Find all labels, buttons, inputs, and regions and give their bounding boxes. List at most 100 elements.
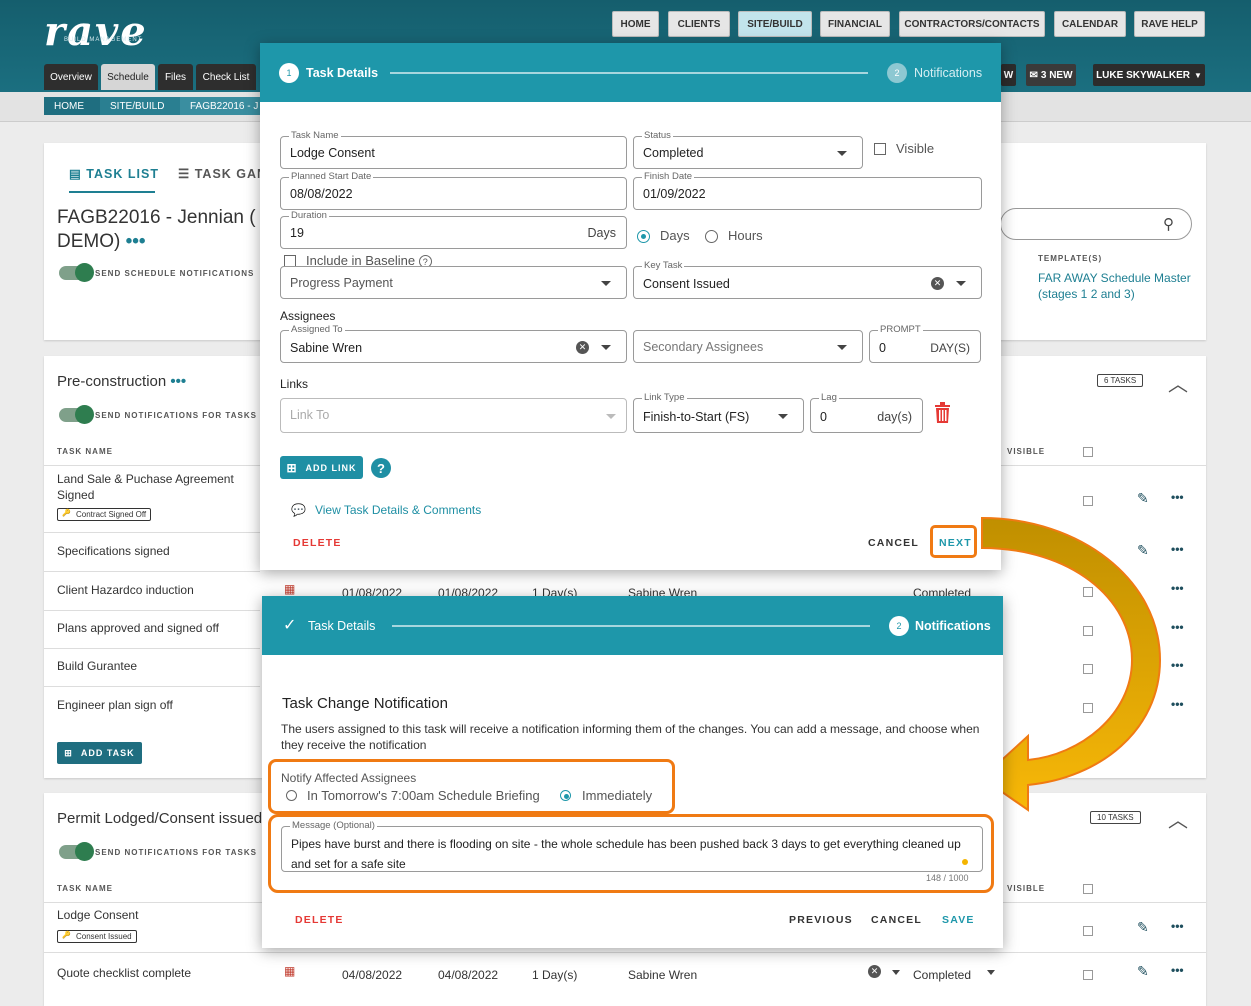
task-row-name[interactable]: Client Hazardco induction: [57, 583, 194, 597]
lag-field[interactable]: Lag 0 day(s): [810, 392, 923, 433]
section2-notifications-toggle[interactable]: [59, 842, 94, 861]
edit-pencil-icon[interactable]: ✎: [1137, 919, 1149, 936]
new-count: 3 NEW: [1040, 69, 1073, 81]
duration-value: 19: [290, 226, 304, 240]
status-select[interactable]: Status Completed: [633, 130, 863, 169]
cancel-button[interactable]: CANCEL: [868, 537, 919, 549]
finish-date-field[interactable]: Finish Date 01/09/2022: [633, 171, 982, 210]
cancel-button[interactable]: CANCEL: [871, 914, 922, 926]
template-link[interactable]: FAR AWAY Schedule Master (stages 1 2 and…: [1038, 270, 1198, 302]
row-visible-checkbox[interactable]: [1083, 496, 1093, 506]
view-task-details-link[interactable]: 💬 View Task Details & Comments: [291, 503, 481, 517]
days-radio[interactable]: [637, 230, 650, 243]
task-row-name[interactable]: Engineer plan sign off: [57, 698, 173, 712]
visible-checkbox[interactable]: [874, 143, 886, 155]
section1-notifications-toggle[interactable]: [59, 405, 94, 424]
nav-contractors[interactable]: CONTRACTORS/CONTACTS: [899, 11, 1045, 37]
edit-pencil-icon[interactable]: ✎: [1137, 963, 1149, 980]
nav-financial[interactable]: FINANCIAL: [820, 11, 890, 37]
delete-button[interactable]: DELETE: [295, 914, 344, 926]
section1-send-label: SEND NOTIFICATIONS FOR TASKS: [95, 411, 257, 420]
tab-task-list[interactable]: ▤ TASK LIST: [69, 166, 159, 181]
step1-label[interactable]: Task Details: [308, 619, 375, 633]
breadcrumb-home[interactable]: HOME: [44, 97, 100, 115]
subtab-overview[interactable]: Overview: [44, 64, 98, 90]
tab-underline: [69, 191, 155, 193]
breadcrumb-current[interactable]: FAGB22016 - J: [180, 97, 260, 115]
row-visible-checkbox[interactable]: [1083, 926, 1093, 936]
link-to-select[interactable]: Link To: [280, 398, 627, 433]
new-notifications-button[interactable]: ✉ 3 NEW: [1026, 64, 1076, 86]
save-button[interactable]: SAVE: [942, 914, 975, 926]
chevron-up-icon[interactable]: ︿: [1168, 368, 1188, 397]
clear-icon[interactable]: ✕: [931, 277, 944, 290]
step2-label[interactable]: Notifications: [914, 66, 982, 80]
lag-unit: day(s): [877, 410, 912, 424]
nav-home[interactable]: HOME: [612, 11, 659, 37]
step2-label[interactable]: Notifications: [915, 619, 991, 633]
tab-task-list-label: TASK LIST: [86, 167, 159, 181]
caret-down-icon[interactable]: [987, 970, 995, 975]
schedule-notifications-toggle[interactable]: [59, 263, 94, 282]
duration-field[interactable]: Duration 19 Days: [280, 210, 627, 249]
task-name-column-header: TASK NAME: [57, 884, 113, 893]
breadcrumb-site-build[interactable]: SITE/BUILD: [100, 97, 180, 115]
nav-site-build[interactable]: SITE/BUILD: [738, 11, 812, 37]
search-input[interactable]: ⚲: [1000, 208, 1192, 240]
project-title-demo: DEMO): [57, 231, 121, 252]
add-task-button[interactable]: ⊞ ADD TASK: [57, 742, 142, 764]
step1-label[interactable]: Task Details: [306, 66, 378, 80]
caret-down-icon: ▼: [1193, 70, 1202, 80]
hours-radio[interactable]: [705, 230, 718, 243]
tab-task-gantt[interactable]: ☰ TASK GAN: [178, 166, 267, 181]
row-more-icon[interactable]: •••: [1171, 919, 1184, 933]
header-w-button[interactable]: W: [1001, 64, 1016, 86]
add-link-button[interactable]: ⊞ ADD LINK: [280, 456, 363, 479]
nav-calendar[interactable]: CALENDAR: [1054, 11, 1126, 37]
task-name-field[interactable]: Task Name Lodge Consent: [280, 130, 627, 169]
select-all-checkbox[interactable]: [1083, 447, 1093, 457]
progress-payment-select[interactable]: Progress Payment: [280, 266, 627, 299]
project-title-line2: DEMO) •••: [57, 231, 146, 253]
days-radio-label: Days: [660, 228, 690, 243]
more-icon[interactable]: •••: [126, 231, 146, 252]
select-all-checkbox[interactable]: [1083, 884, 1093, 894]
notification-description: The users assigned to this task will rec…: [281, 722, 980, 752]
help-icon[interactable]: ?: [371, 458, 391, 478]
clear-icon[interactable]: ✕: [576, 341, 589, 354]
calendar-icon: ▦: [284, 582, 296, 596]
link-type-select[interactable]: Link Type Finish-to-Start (FS): [633, 392, 804, 433]
caret-down-icon: [606, 414, 616, 419]
row-more-icon[interactable]: •••: [1171, 490, 1184, 504]
key-task-select[interactable]: Key Task Consent Issued ✕: [633, 260, 982, 299]
more-icon[interactable]: •••: [170, 373, 186, 390]
task-row-name[interactable]: Specifications signed: [57, 544, 170, 558]
nav-rave-help[interactable]: RAVE HELP: [1134, 11, 1205, 37]
nav-clients[interactable]: CLIENTS: [668, 11, 730, 37]
task-row-name[interactable]: Build Gurantee: [57, 659, 137, 673]
task-row-name[interactable]: Quote checklist complete: [57, 966, 191, 980]
task-row-name[interactable]: Plans approved and signed off: [57, 621, 219, 635]
task-row-name[interactable]: Lodge Consent: [57, 908, 138, 922]
caret-down-icon: [601, 345, 611, 350]
delete-button[interactable]: DELETE: [293, 537, 342, 549]
rave-logo[interactable]: rave: [44, 8, 148, 55]
secondary-assignees-select[interactable]: Secondary Assignees: [633, 330, 863, 363]
previous-button[interactable]: PREVIOUS: [789, 914, 853, 926]
subtab-files[interactable]: Files: [158, 64, 193, 90]
subtab-checklist[interactable]: Check List: [196, 64, 256, 90]
assigned-to-select[interactable]: Assigned To Sabine Wren ✕: [280, 324, 627, 363]
trash-icon[interactable]: [934, 402, 951, 424]
caret-down-icon[interactable]: [892, 970, 900, 975]
row-more-icon[interactable]: •••: [1171, 963, 1184, 977]
row-divider: [44, 571, 260, 572]
row-visible-checkbox[interactable]: [1083, 970, 1093, 980]
step2-number: 2: [887, 63, 907, 83]
task-row-name[interactable]: Land Sale & Puchase Agreement Signed: [57, 471, 247, 503]
subtab-schedule[interactable]: Schedule: [101, 64, 155, 90]
prompt-field[interactable]: PROMPT 0 DAY(S): [869, 324, 981, 363]
edit-pencil-icon[interactable]: ✎: [1137, 490, 1149, 507]
planned-start-date-field[interactable]: Planned Start Date 08/08/2022: [280, 171, 627, 210]
clear-icon[interactable]: ✕: [868, 965, 881, 978]
user-menu-button[interactable]: LUKE SKYWALKER ▼: [1093, 64, 1205, 86]
